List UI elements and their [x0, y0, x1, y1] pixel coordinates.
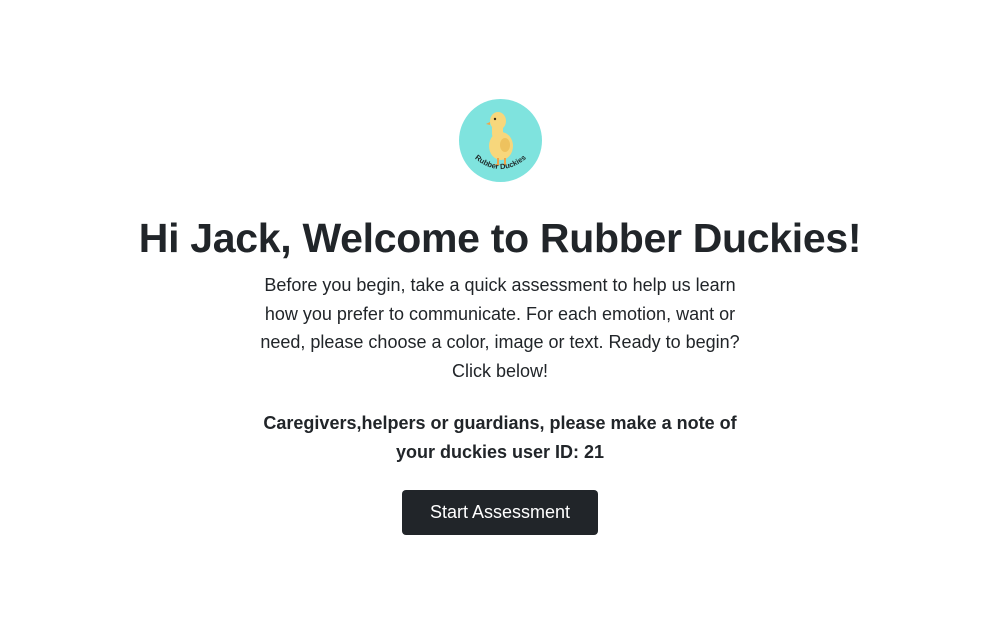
- start-assessment-button[interactable]: Start Assessment: [402, 490, 598, 535]
- duck-eye: [493, 117, 497, 121]
- caregiver-user-id-note: Caregivers,helpers or guardians, please …: [263, 413, 737, 462]
- duck-neck: [492, 123, 503, 139]
- rubber-duckies-logo: Rubber Duckies: [459, 99, 542, 182]
- duck-wing: [500, 138, 510, 152]
- assessment-intro-text: Before you begin, take a quick assessmen…: [260, 275, 740, 381]
- welcome-page: Rubber Duckies Hi Jack, Welcome to Rubbe…: [0, 0, 1000, 628]
- welcome-heading: Hi Jack, Welcome to Rubber Duckies!: [138, 215, 862, 261]
